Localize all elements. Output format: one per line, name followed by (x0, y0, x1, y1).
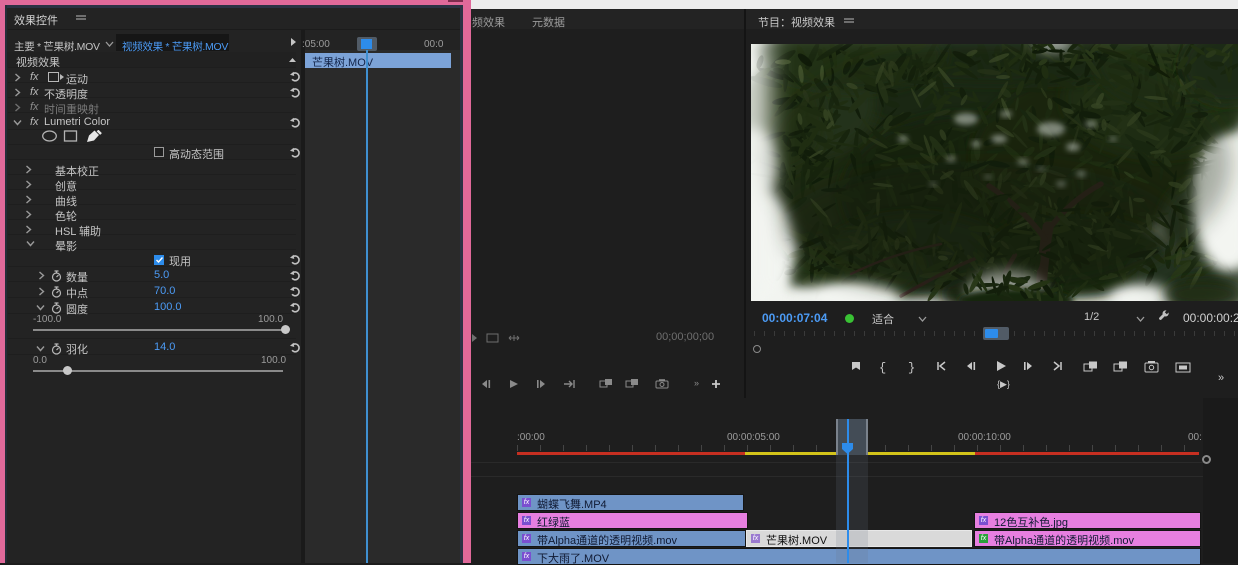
svg-text:{: { (879, 361, 886, 375)
svg-text:»: » (694, 378, 699, 388)
svg-text:}: } (908, 361, 915, 375)
